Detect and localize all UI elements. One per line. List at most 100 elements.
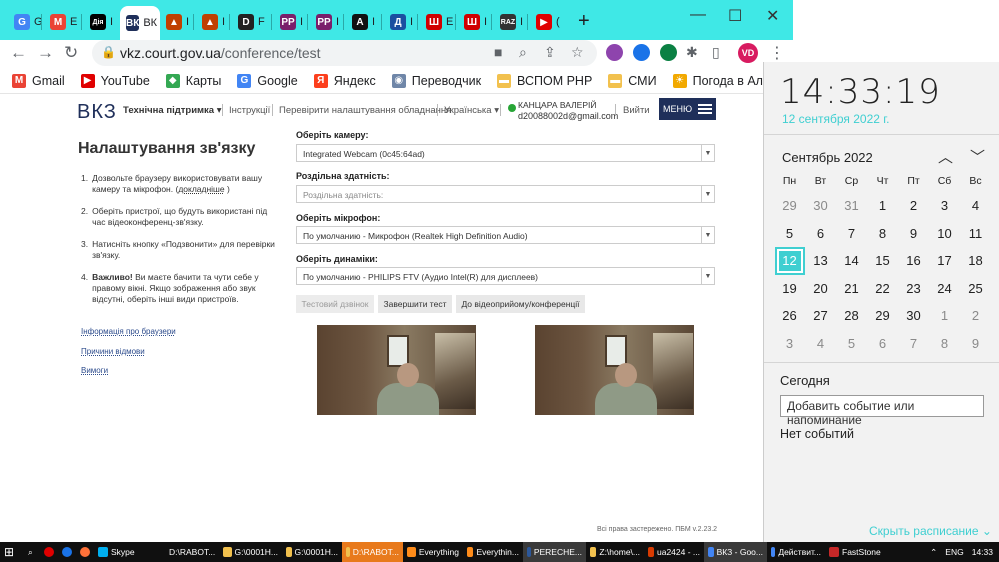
logout-link[interactable]: Вийти — [623, 105, 650, 116]
taskbar-item[interactable]: G:\0001H... — [282, 542, 342, 562]
puzzle-extensions-icon[interactable]: ✱ — [686, 44, 698, 61]
calendar-day[interactable]: 11 — [960, 220, 991, 248]
hide-schedule-link[interactable]: Скрыть расписание ⌄ — [869, 524, 992, 538]
calendar-day[interactable]: 29 — [774, 192, 805, 220]
link-failure-reasons[interactable]: Причини відмови — [81, 347, 145, 356]
dropdown-arrow-icon[interactable]: ▼ — [701, 268, 714, 284]
taskbar-item[interactable]: D:\RABOT... — [162, 542, 219, 562]
forward-arrow-icon[interactable]: → — [37, 43, 54, 63]
bookmark-star-icon[interactable]: ☆ — [571, 44, 584, 61]
end-test-button[interactable]: Завершити тест — [378, 295, 452, 313]
dropdown-arrow-icon[interactable]: ▼ — [701, 145, 714, 161]
nav-instructions[interactable]: Інструкції — [229, 105, 270, 116]
calendar-day[interactable]: 26 — [774, 302, 805, 330]
browser-tab[interactable]: AI — [346, 9, 375, 35]
calendar-day[interactable]: 9 — [960, 330, 991, 358]
browser-tab[interactable]: ВКВК✕ — [120, 6, 181, 40]
bookmark-item[interactable]: ▶ YouTube — [80, 73, 150, 88]
calendar-day[interactable]: 4 — [805, 330, 836, 358]
taskbar-item[interactable]: ВКЗ - Goo... — [704, 542, 767, 562]
calendar-day[interactable]: 14 — [836, 247, 867, 275]
details-link[interactable]: докладніше — [178, 184, 224, 194]
browser-tab[interactable]: ▲ I — [160, 9, 189, 35]
menu-button[interactable]: МЕНЮ — [659, 98, 716, 120]
translate-extension-icon[interactable] — [660, 44, 677, 61]
nav-language[interactable]: Українська ▾ — [444, 105, 499, 116]
calendar-day[interactable]: 9 — [898, 220, 929, 248]
clock-date[interactable]: 12 сентября 2022 г. — [782, 112, 890, 126]
browser-tab[interactable]: DF — [232, 9, 265, 35]
calendar-day[interactable]: 22 — [867, 275, 898, 303]
pinned-app-icon[interactable] — [40, 542, 58, 562]
browser-tab[interactable]: ШI — [458, 9, 487, 35]
browser-tab[interactable]: ▶( — [530, 9, 560, 35]
language-indicator[interactable]: ENG — [945, 547, 963, 557]
taskbar-item[interactable]: Everythin... — [463, 542, 523, 562]
bookmark-item[interactable]: ▬ ВСПОМ PHP — [497, 73, 592, 88]
tray-overflow-icon[interactable]: ⌃ — [930, 547, 937, 558]
calendar-day[interactable]: 10 — [929, 220, 960, 248]
to-conference-button[interactable]: До відеоприйому/конференції — [456, 295, 585, 313]
taskbar-item[interactable]: G:\0001H... — [219, 542, 282, 562]
calendar-day[interactable]: 21 — [836, 275, 867, 303]
calendar-day[interactable]: 19 — [774, 275, 805, 303]
month-title[interactable]: Сентябрь 2022 — [782, 150, 873, 165]
calendar-day[interactable]: 2 — [898, 192, 929, 220]
site-logo[interactable]: ВКЗ — [77, 101, 117, 124]
calendar-day[interactable]: 23 — [898, 275, 929, 303]
reload-icon[interactable]: ↻ — [64, 43, 78, 63]
side-panel-icon[interactable]: ▯ — [712, 44, 720, 61]
share-icon[interactable]: ⇪ — [544, 44, 556, 61]
address-bar[interactable]: 🔒 vkz.court.gov.ua/conference/test ■ ⌕ ⇪… — [92, 40, 597, 66]
microphone-select[interactable]: По умолчанию - Микрофон (Realtek High De… — [296, 226, 715, 244]
calendar-day[interactable]: 1 — [929, 302, 960, 330]
calendar-day[interactable]: 7 — [836, 220, 867, 248]
calendar-day[interactable]: 5 — [836, 330, 867, 358]
browser-tab[interactable]: ▲ I — [196, 9, 225, 35]
close-window-icon[interactable]: ✕ — [766, 6, 779, 26]
taskbar-item[interactable]: Skype — [94, 542, 162, 562]
bookmark-item[interactable]: G Google — [237, 73, 298, 88]
calendar-day[interactable]: 30 — [898, 302, 929, 330]
back-arrow-icon[interactable]: ← — [10, 43, 27, 63]
maximize-window-icon[interactable]: ☐ — [728, 6, 742, 26]
calendar-day[interactable]: 17 — [929, 247, 960, 275]
calendar-day[interactable]: 1 — [867, 192, 898, 220]
search-icon[interactable]: ⌕ — [24, 542, 40, 562]
calendar-day[interactable]: 24 — [929, 275, 960, 303]
taskbar-clock[interactable]: 14:33 — [972, 547, 993, 557]
windows-start-icon[interactable]: ⊞ — [0, 542, 24, 562]
browser-tab[interactable]: ME — [44, 9, 77, 35]
taskbar-item[interactable]: Действит... — [767, 542, 825, 562]
calendar-day[interactable]: 4 — [960, 192, 991, 220]
speakers-select[interactable]: По умолчанию - PHILIPS FTV (Аудио Intel(… — [296, 267, 715, 285]
calendar-day[interactable]: 28 — [836, 302, 867, 330]
calendar-day[interactable]: 3 — [774, 330, 805, 358]
calendar-day[interactable]: 31 — [836, 192, 867, 220]
browser-tab[interactable]: ШE — [420, 9, 453, 35]
browser-tab[interactable]: PP I — [310, 9, 339, 35]
chevron-up-icon[interactable]: ︿ — [938, 146, 953, 167]
calendar-day[interactable]: 6 — [805, 220, 836, 248]
taskbar-item[interactable]: Everything — [403, 542, 463, 562]
bookmark-item[interactable]: Я Яндекс — [313, 73, 376, 88]
calendar-day[interactable]: 25 — [960, 275, 991, 303]
dropdown-arrow-icon[interactable]: ▼ — [701, 186, 714, 202]
test-call-button[interactable]: Тестовий дзвінок — [296, 295, 374, 313]
url-text[interactable]: vkz.court.gov.ua/conference/test — [120, 45, 321, 61]
calendar-day[interactable]: 15 — [867, 247, 898, 275]
calendar-day[interactable]: 16 — [898, 247, 929, 275]
browser-tab[interactable]: ДI — [384, 9, 413, 35]
link-requirements[interactable]: Вимоги — [81, 366, 108, 375]
chevron-down-icon[interactable]: ﹀ — [970, 146, 985, 167]
browser-tab[interactable]: GG — [8, 9, 43, 35]
add-event-input[interactable]: Добавить событие или напоминание — [780, 395, 984, 427]
calendar-day[interactable]: 30 — [805, 192, 836, 220]
browser-tab[interactable]: PP I — [274, 9, 303, 35]
calendar-day[interactable]: 7 — [898, 330, 929, 358]
new-tab-icon[interactable]: + — [578, 10, 590, 33]
calendar-day[interactable]: 3 — [929, 192, 960, 220]
browser-tab[interactable]: RAZ I — [494, 9, 523, 35]
camera-in-use-icon[interactable]: ■ — [494, 44, 502, 60]
calendar-day[interactable]: 18 — [960, 247, 991, 275]
